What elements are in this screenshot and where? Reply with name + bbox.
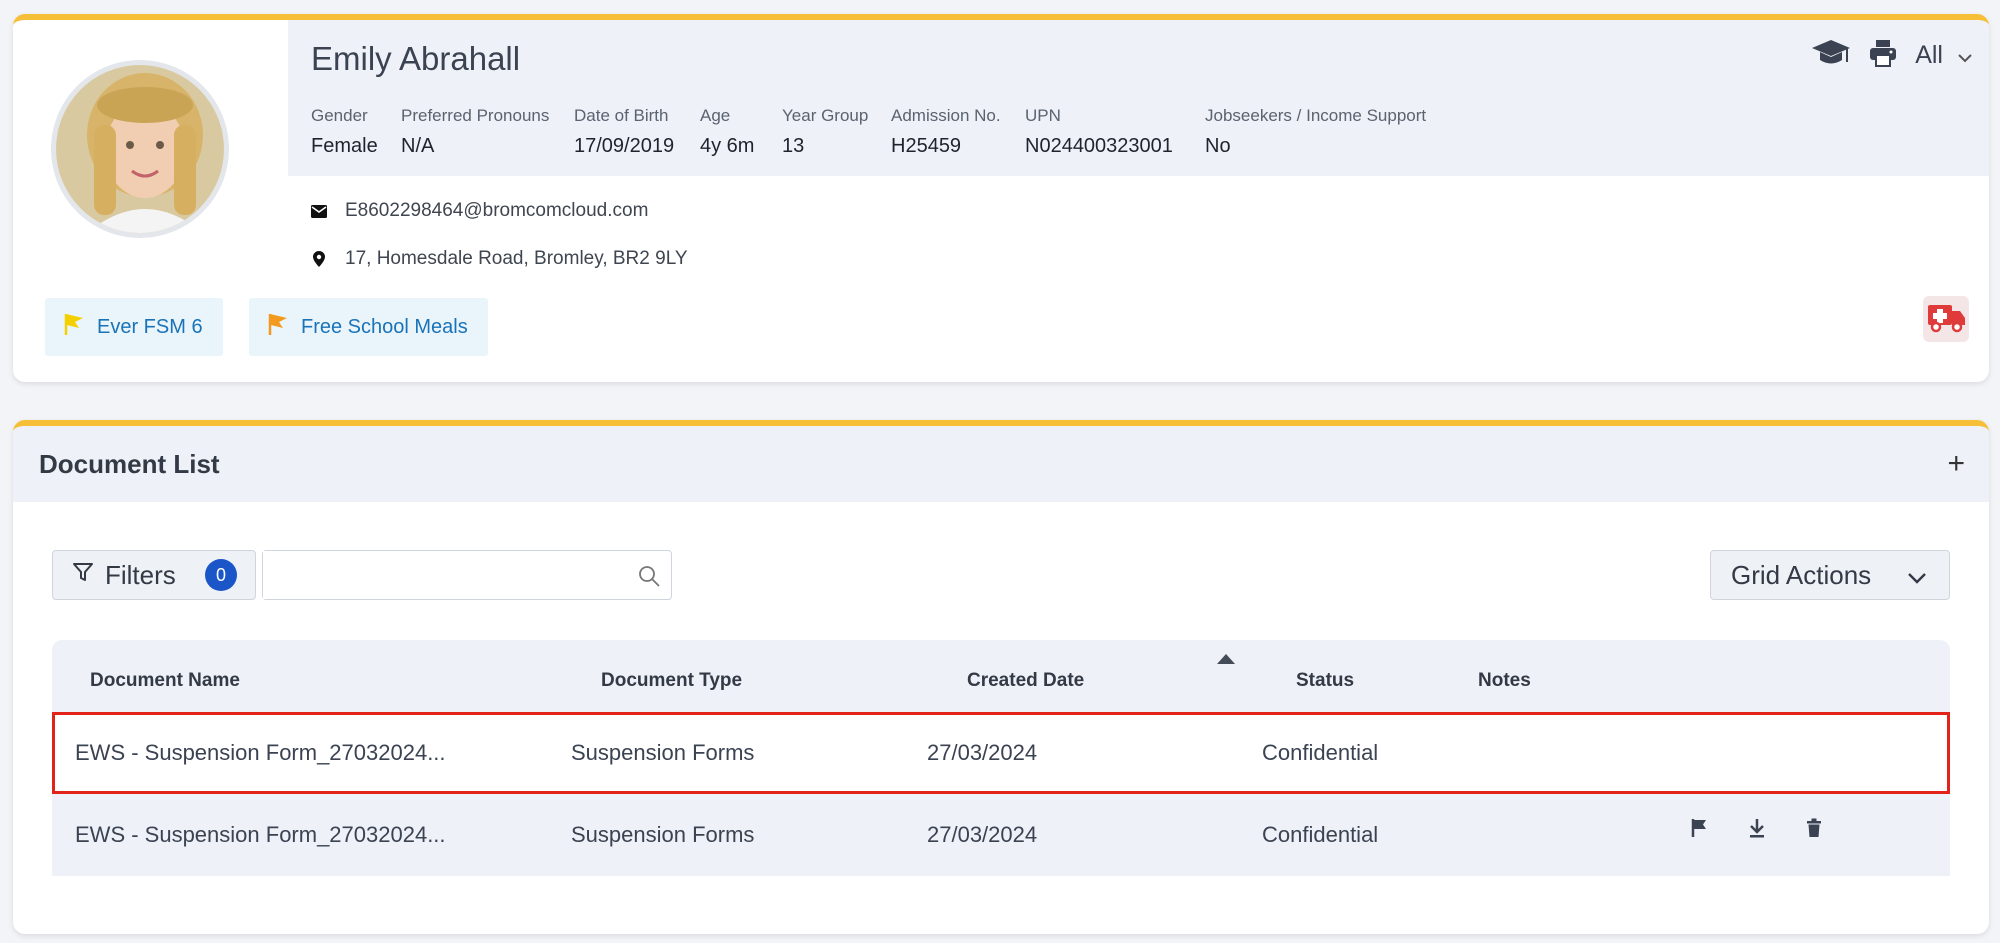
table-row[interactable]: EWS - Suspension Form_27032024... Suspen… (52, 794, 1950, 876)
student-name: Emily Abrahall (311, 40, 521, 77)
field-value: N024400323001 (1025, 135, 1173, 157)
field-value: H25459 (891, 135, 962, 157)
grid-actions-label: Grid Actions (1731, 559, 1872, 590)
column-header-created-date[interactable]: Created Date (967, 670, 1084, 692)
field-label: UPN (1025, 106, 1061, 125)
chevron-down-icon (1957, 41, 1973, 70)
profile-top-actions: All (1811, 38, 1973, 73)
grid-actions-dropdown[interactable]: Grid Actions (1710, 550, 1950, 600)
tag-free-school-meals[interactable]: Free School Meals (249, 298, 488, 356)
email-row: E8602298464@bromcomcloud.com (311, 200, 648, 222)
medical-alert-button[interactable] (1923, 296, 1969, 342)
field-value: 4y 6m (700, 135, 755, 157)
field-year-group: Year Group 13 (782, 106, 868, 158)
field-admission-no: Admission No. H25459 (891, 106, 1001, 158)
field-value: N/A (401, 135, 435, 157)
field-preferred-pronouns: Preferred Pronouns N/A (401, 106, 549, 158)
download-icon[interactable] (1748, 818, 1766, 844)
cell-document-type: Suspension Forms (571, 740, 755, 765)
flag-icon (267, 312, 289, 342)
field-age: Age 4y 6m (700, 106, 754, 158)
email-link[interactable]: E8602298464@bromcomcloud.com (345, 200, 648, 222)
field-gender: Gender Female (311, 106, 378, 158)
field-label: Year Group (782, 106, 869, 125)
document-list-card: Document List + Filters 0 Grid Actions D… (13, 420, 1989, 934)
field-label: Admission No. (891, 106, 1001, 125)
search-icon[interactable] (637, 564, 661, 593)
trash-icon[interactable] (1806, 818, 1822, 844)
document-list-header: Document List + (13, 426, 1989, 502)
tag-label: Free School Meals (301, 315, 468, 338)
tag-ever-fsm6[interactable]: Ever FSM 6 (45, 298, 223, 356)
field-date-of-birth: Date of Birth 17/09/2019 (574, 106, 674, 158)
document-table: Document Name Document Type Created Date… (52, 640, 1950, 876)
field-value: 13 (782, 135, 805, 157)
cell-created-date: 27/03/2024 (927, 740, 1038, 765)
field-label: Gender (311, 106, 368, 125)
flag-icon[interactable] (1690, 818, 1708, 844)
cell-status: Confidential (1262, 822, 1379, 847)
column-header-document-name[interactable]: Document Name (90, 670, 240, 692)
field-value: No (1205, 135, 1231, 157)
column-header-document-type[interactable]: Document Type (601, 670, 742, 692)
add-document-button[interactable]: + (1947, 447, 1965, 481)
scope-dropdown[interactable]: All (1915, 41, 1973, 70)
address-text: 17, Homesdale Road, Bromley, BR2 9LY (345, 248, 688, 269)
row-actions (1690, 818, 1822, 844)
cell-document-type: Suspension Forms (571, 822, 755, 847)
cell-status: Confidential (1262, 740, 1379, 765)
scope-label: All (1915, 41, 1943, 69)
funnel-icon (71, 560, 95, 591)
field-value: Female (311, 135, 378, 157)
student-profile-card: Emily Abrahall Gender Female Preferred P… (13, 14, 1989, 382)
table-row[interactable]: EWS - Suspension Form_27032024... Suspen… (52, 712, 1950, 794)
document-list-title: Document List (39, 448, 220, 479)
sort-ascending-icon[interactable] (1217, 654, 1235, 664)
table-header: Document Name Document Type Created Date… (52, 640, 1950, 712)
flag-icon (63, 312, 85, 342)
filters-label: Filters (105, 559, 176, 590)
avatar-image (56, 65, 224, 233)
field-label: Age (700, 106, 731, 125)
cell-document-name[interactable]: EWS - Suspension Form_27032024... (75, 740, 446, 766)
field-label: Preferred Pronouns (401, 106, 550, 125)
chevron-down-icon (1907, 560, 1927, 591)
printer-icon[interactable] (1869, 39, 1897, 72)
search-box (262, 550, 672, 600)
field-label: Jobseekers / Income Support (1205, 106, 1427, 125)
avatar (51, 60, 229, 238)
column-header-notes[interactable]: Notes (1478, 670, 1531, 692)
envelope-icon (311, 203, 327, 219)
location-pin-icon (311, 251, 327, 267)
cell-document-name[interactable]: EWS - Suspension Form_27032024... (75, 822, 446, 848)
ambulance-icon (1926, 301, 1966, 338)
cell-created-date: 27/03/2024 (927, 822, 1038, 847)
column-header-status[interactable]: Status (1296, 670, 1354, 692)
field-label: Date of Birth (574, 106, 669, 125)
tag-label: Ever FSM 6 (97, 315, 203, 338)
search-input[interactable] (263, 551, 623, 599)
address-row: 17, Homesdale Road, Bromley, BR2 9LY (311, 248, 688, 270)
field-jobseekers: Jobseekers / Income Support No (1205, 106, 1426, 158)
document-toolbar: Filters 0 Grid Actions (52, 550, 1950, 602)
filters-button[interactable]: Filters 0 (52, 550, 256, 600)
filters-count-badge: 0 (205, 559, 237, 591)
graduation-cap-icon[interactable] (1811, 38, 1851, 73)
field-upn: UPN N024400323001 (1025, 106, 1173, 158)
field-value: 17/09/2019 (574, 135, 675, 157)
